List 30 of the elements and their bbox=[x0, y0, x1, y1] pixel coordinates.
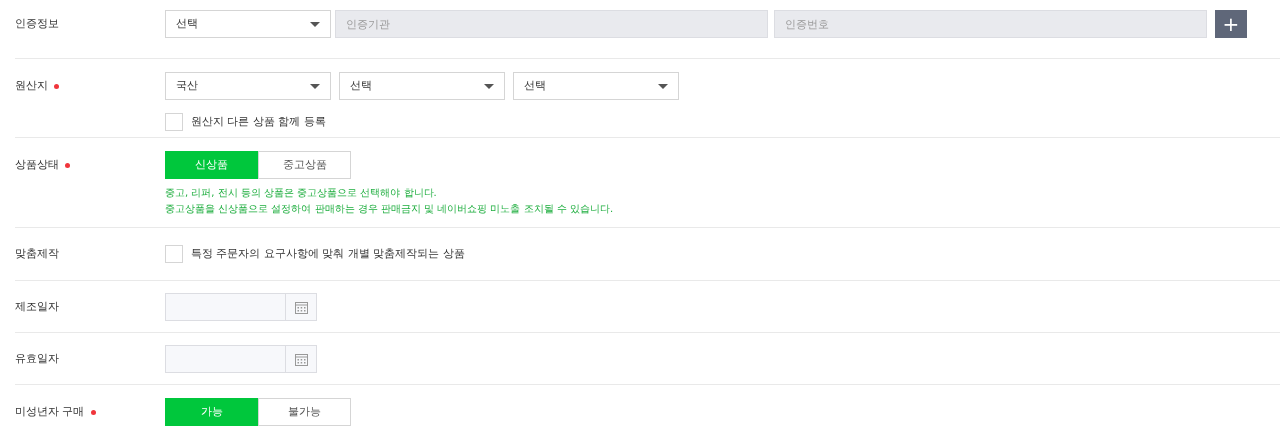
date-field[interactable] bbox=[165, 293, 285, 321]
calendar-icon bbox=[294, 352, 308, 366]
field-label: 상품상태 bbox=[15, 156, 59, 173]
caret-icon bbox=[310, 83, 320, 89]
field-label: 인증정보 bbox=[15, 15, 59, 32]
date-field[interactable] bbox=[165, 345, 285, 373]
toggle-option[interactable]: 중고상품 bbox=[258, 151, 351, 179]
caret-icon bbox=[310, 21, 320, 27]
caret-icon bbox=[658, 83, 668, 89]
checkbox[interactable] bbox=[165, 245, 183, 263]
checkbox-label: 원산지 다른 상품 함께 등록 bbox=[191, 113, 326, 130]
help-text: 중고, 리퍼, 전시 등의 상품은 중고상품으로 선택해야 합니다. bbox=[165, 186, 438, 200]
calendar-button[interactable] bbox=[285, 345, 317, 373]
calendar-button[interactable] bbox=[285, 293, 317, 321]
checkbox-label: 특정 주문자의 요구사항에 맞춰 개별 맞춤제작되는 상품 bbox=[191, 245, 465, 262]
calendar-icon bbox=[294, 300, 308, 314]
dropdown[interactable]: 선택 bbox=[513, 72, 679, 100]
help-text: 중고상품을 신상품으로 설정하여 판매하는 경우 판매금지 및 네이버쇼핑 미노출 조치될 수 있습니다. bbox=[165, 202, 615, 216]
caret-icon bbox=[484, 83, 494, 89]
toggle-option[interactable]: 불가능 bbox=[258, 398, 351, 426]
dropdown[interactable]: 선택 bbox=[165, 10, 331, 38]
field-label: 제조일자 bbox=[15, 298, 59, 315]
field-label: 원산지 bbox=[15, 77, 48, 94]
field-label: 맞춤제작 bbox=[15, 245, 59, 262]
dropdown[interactable]: 국산 bbox=[165, 72, 331, 100]
add-button[interactable]: + bbox=[1215, 10, 1247, 38]
field-label: 유효일자 bbox=[15, 350, 59, 367]
checkbox[interactable] bbox=[165, 113, 183, 131]
field-label: 미성년자 구매 bbox=[15, 403, 85, 420]
dropdown[interactable]: 선택 bbox=[339, 72, 505, 100]
